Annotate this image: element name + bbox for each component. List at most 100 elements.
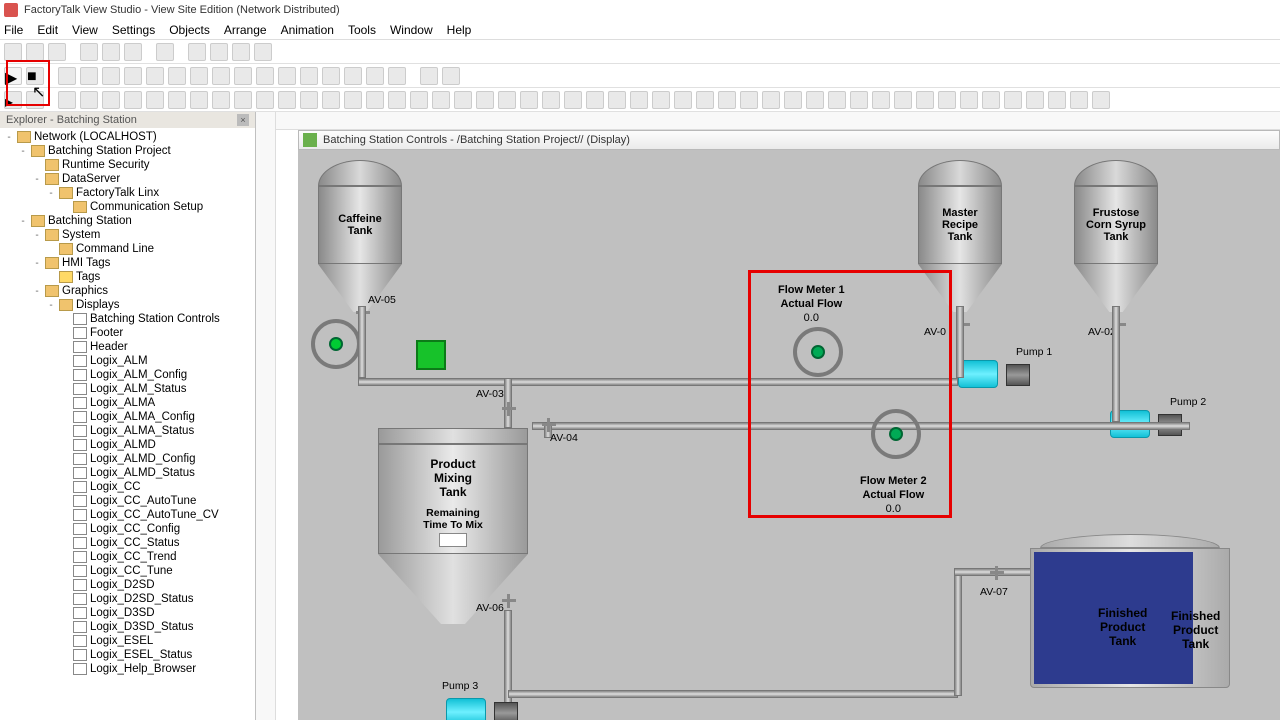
tree-item[interactable]: Logix_CC_Tune (0, 564, 255, 578)
tb-shape-9[interactable] (256, 91, 274, 109)
tb-options-2[interactable] (442, 67, 460, 85)
tb-zoom-in[interactable] (300, 67, 318, 85)
tb-shape-24[interactable] (586, 91, 604, 109)
tb-shape-16[interactable] (410, 91, 428, 109)
tb-ungroup[interactable] (234, 67, 252, 85)
valve-av06[interactable] (502, 594, 516, 608)
tb-copy[interactable] (80, 67, 98, 85)
green-furnace[interactable] (416, 340, 446, 370)
tb-shape-38[interactable] (894, 91, 912, 109)
tb-shape-5[interactable] (168, 91, 186, 109)
tb-align-2[interactable] (146, 67, 164, 85)
tb-shape-0[interactable] (58, 91, 76, 109)
tb-shape-10[interactable] (278, 91, 296, 109)
tree-item[interactable]: -Graphics (0, 284, 255, 298)
menu-settings[interactable]: Settings (112, 23, 155, 37)
tb-shape-43[interactable] (1004, 91, 1022, 109)
tb-shape-18[interactable] (454, 91, 472, 109)
tb-shape-3[interactable] (124, 91, 142, 109)
tree-item[interactable]: Command Line (0, 242, 255, 256)
tree-item[interactable]: -DataServer (0, 172, 255, 186)
tree-item[interactable]: -HMI Tags (0, 256, 255, 270)
tb-shape-12[interactable] (322, 91, 340, 109)
tb-shape-17[interactable] (432, 91, 450, 109)
menu-arrange[interactable]: Arrange (224, 23, 267, 37)
tb-save[interactable] (48, 43, 66, 61)
tree-item[interactable]: Logix_CC_Config (0, 522, 255, 536)
tb-refresh[interactable] (232, 43, 250, 61)
tb-shape-44[interactable] (1026, 91, 1044, 109)
tb-paste[interactable] (102, 67, 120, 85)
menu-tools[interactable]: Tools (348, 23, 376, 37)
tb-shape-26[interactable] (630, 91, 648, 109)
tree-item[interactable]: Logix_CC_Trend (0, 550, 255, 564)
tree-item[interactable]: Logix_Help_Browser (0, 662, 255, 676)
tree-item[interactable]: Logix_ALM (0, 354, 255, 368)
tb-print[interactable] (210, 43, 228, 61)
tree-item[interactable]: Logix_ALMA_Config (0, 410, 255, 424)
tree-item[interactable]: Logix_CC (0, 480, 255, 494)
frustose-tank[interactable]: Frustose Corn Syrup Tank (1074, 160, 1158, 312)
tb-shape-30[interactable] (718, 91, 736, 109)
pump-1[interactable] (958, 360, 1030, 390)
tree-item[interactable]: Logix_D3SD_Status (0, 620, 255, 634)
pump-3[interactable] (446, 698, 518, 720)
tb-shape-27[interactable] (652, 91, 670, 109)
tree-item[interactable]: -Batching Station Project (0, 144, 255, 158)
tb-redo[interactable] (366, 67, 384, 85)
menu-view[interactable]: View (72, 23, 98, 37)
tree-item[interactable]: Logix_ALMD_Status (0, 466, 255, 480)
tb-undo[interactable] (344, 67, 362, 85)
menu-edit[interactable]: Edit (37, 23, 58, 37)
tb-shape-40[interactable] (938, 91, 956, 109)
tb-align-4[interactable] (190, 67, 208, 85)
tree-item[interactable]: -Network (LOCALHOST) (0, 130, 255, 144)
tb-new[interactable] (4, 43, 22, 61)
menu-help[interactable]: Help (447, 23, 472, 37)
tb-shape-39[interactable] (916, 91, 934, 109)
tb-align-3[interactable] (168, 67, 186, 85)
tree-item[interactable]: Logix_D2SD_Status (0, 592, 255, 606)
tb-shape-47[interactable] (1092, 91, 1110, 109)
tb-shape-22[interactable] (542, 91, 560, 109)
tb-shape-28[interactable] (674, 91, 692, 109)
menu-file[interactable]: File (4, 23, 23, 37)
explorer-close-button[interactable]: × (237, 114, 249, 126)
tb-shape-6[interactable] (190, 91, 208, 109)
tree-item[interactable]: -Batching Station (0, 214, 255, 228)
tree-item[interactable]: Logix_D3SD (0, 606, 255, 620)
tb-tree[interactable] (124, 43, 142, 61)
tree-item[interactable]: Logix_D2SD (0, 578, 255, 592)
tb-align-1[interactable] (124, 67, 142, 85)
tree-item[interactable]: -FactoryTalk Linx (0, 186, 255, 200)
display-titlebar[interactable]: Batching Station Controls - /Batching St… (298, 130, 1280, 150)
tree-item[interactable]: Communication Setup (0, 200, 255, 214)
tb-zoom-out[interactable] (322, 67, 340, 85)
tb-shape-15[interactable] (388, 91, 406, 109)
tree-item[interactable]: Header (0, 340, 255, 354)
tb-shape-4[interactable] (146, 91, 164, 109)
tb-cut[interactable] (58, 67, 76, 85)
tree-item[interactable]: Logix_CC_Status (0, 536, 255, 550)
tb-shape-20[interactable] (498, 91, 516, 109)
tree-item[interactable]: Logix_CC_AutoTune (0, 494, 255, 508)
tb-shape-14[interactable] (366, 91, 384, 109)
tb-back[interactable] (278, 67, 296, 85)
tree-item[interactable]: Runtime Security (0, 158, 255, 172)
tb-shape-37[interactable] (872, 91, 890, 109)
tb-window[interactable] (156, 43, 174, 61)
tb-rotate[interactable] (388, 67, 406, 85)
tree-item[interactable]: Tags (0, 270, 255, 284)
tb-open[interactable] (26, 43, 44, 61)
tb-shape-2[interactable] (102, 91, 120, 109)
caffeine-tank[interactable]: Caffeine Tank (318, 160, 402, 312)
tb-shape-21[interactable] (520, 91, 538, 109)
tb-shape-11[interactable] (300, 91, 318, 109)
tb-shape-25[interactable] (608, 91, 626, 109)
tree-item[interactable]: Batching Station Controls (0, 312, 255, 326)
tree-item[interactable]: Logix_ESEL (0, 634, 255, 648)
tree-item[interactable]: Logix_ALMD_Config (0, 452, 255, 466)
tb-shape-33[interactable] (784, 91, 802, 109)
tb-shape-41[interactable] (960, 91, 978, 109)
tb-shape-7[interactable] (212, 91, 230, 109)
